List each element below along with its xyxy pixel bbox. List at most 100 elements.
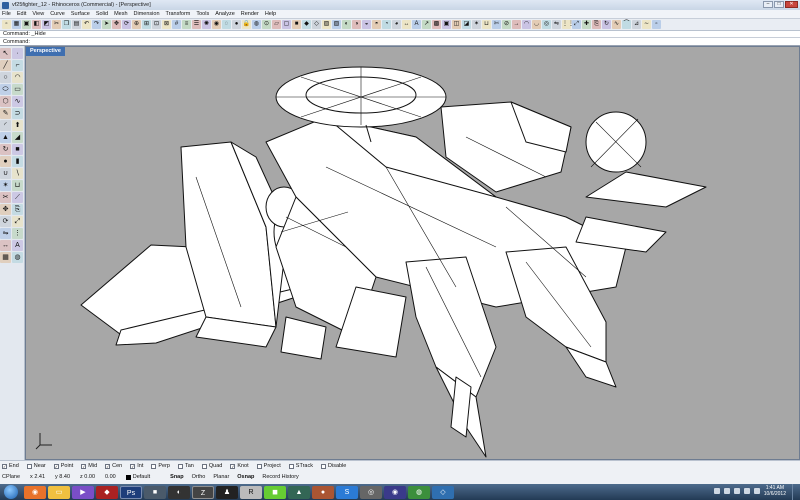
copy-obj-icon[interactable]: ⎘: [592, 20, 601, 29]
skype-icon[interactable]: S: [336, 485, 358, 499]
osnap-disable[interactable]: Disable: [321, 463, 346, 469]
app-icon-6[interactable]: ◎: [360, 485, 382, 499]
sweep-tool-icon[interactable]: ◢: [12, 132, 23, 143]
cplane-icon[interactable]: ▧: [332, 20, 341, 29]
menu-transform[interactable]: Transform: [166, 11, 191, 17]
app-icon-5[interactable]: ●: [312, 485, 334, 499]
menu-dimension[interactable]: Dimension: [134, 11, 160, 17]
pane-record-history[interactable]: Record History: [262, 474, 298, 480]
osnap-checkbox[interactable]: [177, 463, 183, 469]
osnap-project[interactable]: Project: [256, 463, 281, 469]
zebra-icon[interactable]: ◒: [362, 20, 371, 29]
zoom-icon[interactable]: ⊕: [132, 20, 141, 29]
join-tool-icon[interactable]: ⊔: [12, 180, 23, 191]
show-desktop-button[interactable]: [792, 484, 800, 500]
freeform-tool-icon[interactable]: ✎: [0, 108, 11, 119]
group-icon[interactable]: ◫: [452, 20, 461, 29]
osnap-point[interactable]: ✓ Point: [53, 463, 73, 469]
analyze-tool-icon[interactable]: ◍: [12, 252, 23, 263]
circle-tool-icon[interactable]: ○: [0, 72, 11, 83]
pane-osnap[interactable]: Osnap: [237, 474, 254, 480]
rectangle-tool-icon[interactable]: ▭: [12, 84, 23, 95]
osnap-checkbox[interactable]: [256, 463, 262, 469]
grid-icon[interactable]: #: [172, 20, 181, 29]
dimension-icon[interactable]: ↔: [402, 20, 411, 29]
split-tool-icon[interactable]: ⟋: [12, 192, 23, 203]
osnap-checkbox[interactable]: [288, 463, 294, 469]
app-icon-7[interactable]: ◉: [384, 485, 406, 499]
osnap-near[interactable]: Near: [26, 463, 46, 469]
trim-tool-icon[interactable]: ✂: [0, 192, 11, 203]
rotate-icon[interactable]: ⟳: [122, 20, 131, 29]
taper-icon[interactable]: ∼: [642, 20, 651, 29]
clock[interactable]: 1:41 AM 10/6/2012: [764, 485, 786, 497]
osnap-checkbox[interactable]: ✓: [130, 463, 136, 469]
extend-icon[interactable]: →: [512, 20, 521, 29]
menu-solid[interactable]: Solid: [96, 11, 108, 17]
boolean-diff-tool-icon[interactable]: ∖: [12, 168, 23, 179]
menu-tools[interactable]: Tools: [196, 11, 209, 17]
open-file-icon[interactable]: ▦: [12, 20, 21, 29]
osnap-mid[interactable]: ✓ Mid: [81, 463, 97, 469]
game-icon[interactable]: ■: [144, 485, 166, 499]
curvature-icon[interactable]: ◑: [352, 20, 361, 29]
pane-snap[interactable]: Snap: [170, 474, 183, 480]
ungroup-icon[interactable]: ◪: [462, 20, 471, 29]
osnap-strack[interactable]: STrack: [288, 463, 313, 469]
menu-analyze[interactable]: Analyze: [215, 11, 235, 17]
environment-icon[interactable]: ◔: [382, 20, 391, 29]
scale-tool-icon[interactable]: ⤢: [12, 216, 23, 227]
texture-icon[interactable]: ◕: [392, 20, 401, 29]
chamfer-icon[interactable]: ◡: [532, 20, 541, 29]
text-tool-icon[interactable]: A: [12, 240, 23, 251]
xray-icon[interactable]: ▨: [322, 20, 331, 29]
viewport-title-tab[interactable]: Perspective: [26, 47, 65, 56]
menu-mesh[interactable]: Mesh: [114, 11, 127, 17]
undo-icon[interactable]: ↶: [82, 20, 91, 29]
move-tool-icon[interactable]: ✥: [0, 204, 11, 215]
explode-icon[interactable]: ✶: [472, 20, 481, 29]
offset-curve-tool-icon[interactable]: ⊃: [12, 108, 23, 119]
sketchup-icon[interactable]: ◆: [96, 485, 118, 499]
dimension-tool-icon[interactable]: ↔: [0, 240, 11, 251]
fillet-icon[interactable]: ◠: [522, 20, 531, 29]
osnap-checkbox[interactable]: [26, 463, 32, 469]
minimize-button[interactable]: –: [763, 1, 773, 8]
osnap-quad[interactable]: Quad: [201, 463, 222, 469]
unlock-icon[interactable]: ◍: [252, 20, 261, 29]
ghosted-icon[interactable]: ◇: [312, 20, 321, 29]
join-icon[interactable]: ⊔: [482, 20, 491, 29]
lock-icon[interactable]: 🔒: [242, 20, 251, 29]
maximize-button[interactable]: □: [774, 1, 784, 8]
osnap-int[interactable]: ✓ Int: [130, 463, 143, 469]
boolean-union-tool-icon[interactable]: ∪: [0, 168, 11, 179]
wireframe-icon[interactable]: ▢: [282, 20, 291, 29]
select-icon[interactable]: ➤: [102, 20, 111, 29]
menu-file[interactable]: File: [2, 11, 11, 17]
osnap-checkbox[interactable]: ✓: [81, 463, 87, 469]
bend-icon[interactable]: ⊿: [632, 20, 641, 29]
analyze-icon[interactable]: ◐: [342, 20, 351, 29]
perspective-viewport[interactable]: Perspective: [25, 46, 800, 460]
render-icon[interactable]: ◉: [212, 20, 221, 29]
smooth-icon[interactable]: ▫: [652, 20, 661, 29]
lights-icon[interactable]: ✺: [202, 20, 211, 29]
shaded-icon[interactable]: ■: [292, 20, 301, 29]
osnap-checkbox[interactable]: ✓: [230, 463, 236, 469]
firefox-icon[interactable]: ◉: [24, 485, 46, 499]
volume-icon[interactable]: [753, 488, 760, 494]
curve-tool-icon[interactable]: ∿: [12, 96, 23, 107]
offset-icon[interactable]: ◎: [542, 20, 551, 29]
arc-tool-icon[interactable]: ◠: [12, 72, 23, 83]
cut-icon[interactable]: ✂: [52, 20, 61, 29]
mirror-icon[interactable]: ⇋: [552, 20, 561, 29]
menu-surface[interactable]: Surface: [71, 11, 90, 17]
orient-icon[interactable]: ↻: [602, 20, 611, 29]
osnap-checkbox[interactable]: ✓: [105, 463, 111, 469]
pane-planar[interactable]: Planar: [213, 474, 229, 480]
osnap-icon[interactable]: ⊙: [262, 20, 271, 29]
osnap-perp[interactable]: Perp: [151, 463, 170, 469]
print-icon[interactable]: ◧: [32, 20, 41, 29]
menu-render[interactable]: Render: [241, 11, 259, 17]
osnap-checkbox[interactable]: [201, 463, 207, 469]
